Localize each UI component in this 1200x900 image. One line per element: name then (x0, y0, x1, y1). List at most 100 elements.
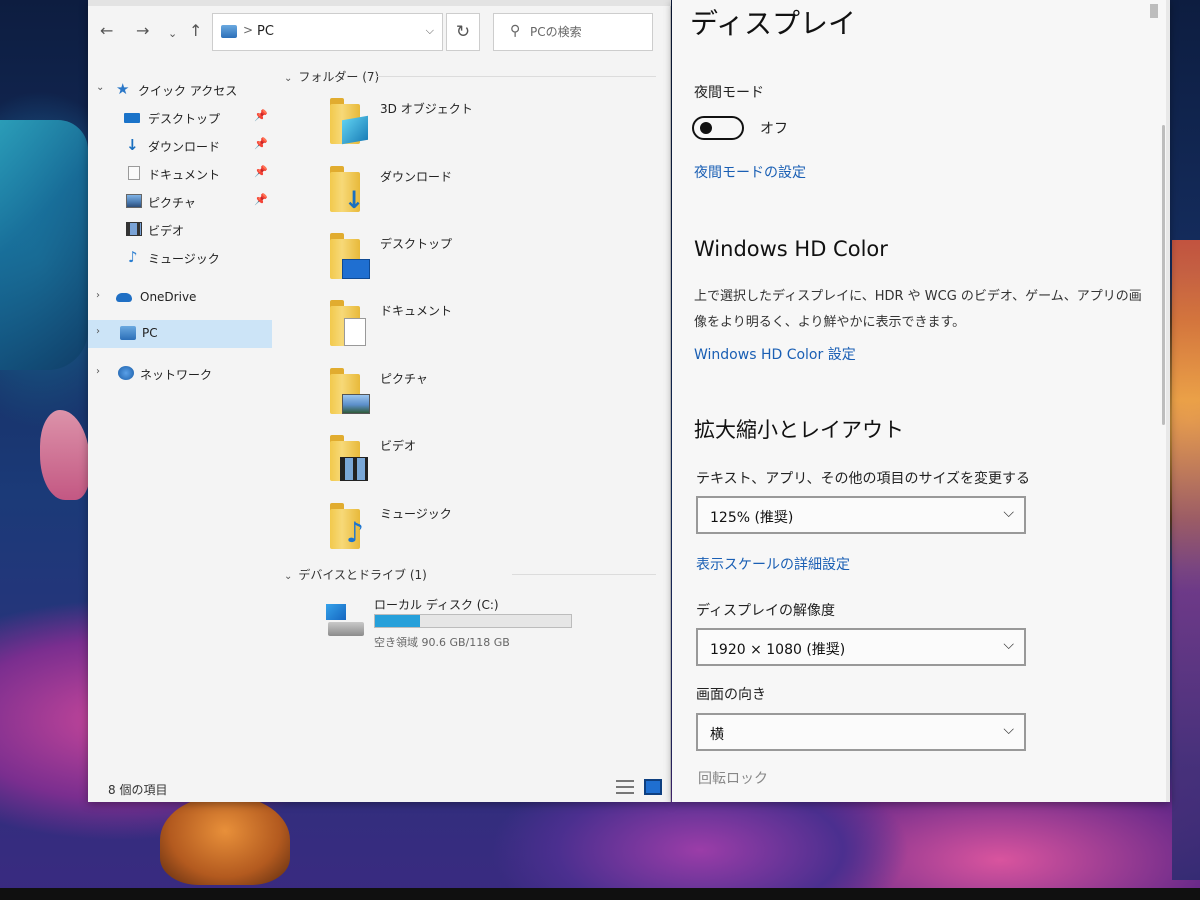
scroll-thumb-top (1150, 4, 1158, 18)
network-icon (118, 366, 134, 380)
chevron-down-icon: ⌵ (1003, 722, 1014, 738)
desktop-icon (124, 113, 140, 123)
night-mode-state: オフ (760, 121, 788, 137)
documents-folder-icon (328, 298, 370, 348)
pin-icon[interactable]: 📌 (254, 193, 268, 206)
advanced-scaling-link[interactable]: 表示スケールの詳細設定 (696, 554, 850, 574)
resolution-dropdown[interactable]: 1920 × 1080 (推奨) ⌵ (696, 628, 1026, 666)
nav-item-label: ドキュメント (148, 168, 221, 182)
nav-item-label: ダウンロード (148, 140, 221, 154)
music-folder-icon: ♪ (328, 501, 370, 551)
navigation-pane: ⌄ ★ クイック アクセス デスクトップ 📌 ↓ ダウンロード 📌 ドキュメント… (88, 70, 276, 760)
pin-icon[interactable]: 📌 (254, 109, 268, 122)
settings-edge (1166, 0, 1170, 802)
back-arrow-icon[interactable]: ← (100, 22, 113, 40)
expanded-chevron-icon[interactable]: ⌄ (96, 82, 104, 93)
collapsed-chevron-icon[interactable]: › (96, 326, 100, 337)
details-view-icon[interactable] (616, 780, 634, 794)
nav-onedrive[interactable]: › OneDrive (88, 284, 276, 312)
night-mode-settings-link[interactable]: 夜間モードの設定 (694, 162, 806, 182)
folder-item[interactable]: ピクチャ (328, 366, 628, 424)
pin-icon[interactable]: 📌 (254, 137, 268, 150)
folder-item[interactable]: ↓ ダウンロード (328, 164, 628, 222)
refresh-button[interactable]: ↻ (446, 13, 480, 51)
nav-item-label: ネットワーク (140, 368, 213, 382)
folder-item[interactable]: ♪ ミュージック (328, 501, 628, 559)
address-dropdown-chevron-icon[interactable]: ⌵ (426, 24, 434, 38)
recent-locations-chevron-icon[interactable]: ⌄ (168, 25, 177, 43)
content-pane: ⌄フォルダー (7) 3D オブジェクト ↓ ダウンロード デスクトップ ドキ (276, 58, 671, 768)
video-icon (126, 222, 142, 236)
nav-item-label: デスクトップ (148, 112, 221, 126)
nav-network[interactable]: › ネットワーク (88, 360, 276, 388)
rotation-lock-label: 回転ロック (698, 771, 768, 787)
collapsed-chevron-icon[interactable]: › (96, 366, 100, 377)
forward-arrow-icon[interactable]: → (136, 22, 149, 40)
nav-downloads[interactable]: ↓ ダウンロード 📌 (88, 132, 276, 160)
devices-group-label: デバイスとドライブ (1) (298, 568, 427, 582)
nav-pictures[interactable]: ピクチャ 📌 (88, 188, 276, 216)
hd-color-settings-link[interactable]: Windows HD Color 設定 (694, 344, 856, 364)
refresh-icon: ↻ (455, 22, 471, 42)
display-settings-window: ディスプレイ 夜間モード オフ 夜間モードの設定 Windows HD Colo… (672, 0, 1170, 802)
music-note-icon: ♪ (128, 248, 138, 266)
folder-label: ダウンロード (380, 170, 453, 184)
pictures-folder-icon (328, 366, 370, 416)
folder-item[interactable]: デスクトップ (328, 231, 628, 289)
videos-folder-icon (328, 433, 370, 483)
nav-item-label: OneDrive (140, 290, 197, 304)
group-collapse-chevron-icon[interactable]: ⌄ (284, 73, 292, 84)
orientation-dropdown[interactable]: 横 ⌵ (696, 713, 1026, 751)
nav-item-label: ミュージック (148, 252, 220, 266)
nav-videos[interactable]: ビデオ (88, 216, 276, 244)
folder-item[interactable]: 3D オブジェクト (328, 96, 628, 154)
hd-color-heading: Windows HD Color (694, 237, 888, 261)
nav-music[interactable]: ♪ ミュージック (88, 244, 276, 272)
large-icons-view-icon[interactable] (644, 779, 662, 795)
wallpaper-mascot-art (160, 795, 290, 885)
search-box[interactable]: ⚲ (493, 13, 653, 51)
breadcrumb-pc[interactable]: PC (257, 24, 274, 39)
resolution-selected-value: 1920 × 1080 (推奨) (710, 642, 846, 658)
folders-group-header[interactable]: ⌄ フォルダー (7) (284, 68, 379, 85)
chevron-down-icon: ⌵ (1003, 505, 1014, 521)
drive-free-space: 空き領域 90.6 GB/118 GB (374, 636, 510, 649)
downloads-folder-icon: ↓ (328, 164, 370, 214)
devices-group-header[interactable]: ⌄ デバイスとドライブ (1) (284, 566, 427, 583)
address-field[interactable]: > PC ⌵ (212, 13, 443, 51)
drive-usage-bar (374, 614, 572, 628)
file-explorer-window: ← → ⌄ ↑ > PC ⌵ ↻ ⚲ ⌄ ★ クイック アクセス デスクトップ … (88, 0, 671, 802)
nav-quick-access[interactable]: ⌄ ★ クイック アクセス (88, 76, 276, 104)
local-disk-drive[interactable]: ローカル ディスク (C:) 空き領域 90.6 GB/118 GB (326, 596, 646, 652)
hard-drive-icon (326, 604, 366, 640)
document-icon (128, 166, 140, 180)
taskbar (0, 888, 1200, 900)
folder-item[interactable]: ドキュメント (328, 298, 628, 356)
status-bar: 8 個の項目 (88, 775, 671, 801)
collapsed-chevron-icon[interactable]: › (96, 290, 100, 301)
pin-icon[interactable]: 📌 (254, 165, 268, 178)
up-arrow-icon[interactable]: ↑ (189, 22, 202, 40)
orientation-label: 画面の向き (696, 687, 766, 703)
group-collapse-chevron-icon[interactable]: ⌄ (284, 571, 292, 582)
search-input[interactable] (530, 22, 648, 42)
folder-item[interactable]: ビデオ (328, 433, 628, 491)
star-icon: ★ (116, 80, 130, 98)
folder-label: デスクトップ (380, 237, 453, 251)
nav-pc[interactable]: › PC (88, 320, 272, 348)
item-count: 8 個の項目 (108, 783, 168, 797)
scale-label: テキスト、アプリ、その他の項目のサイズを変更する (696, 471, 1031, 487)
scale-selected-value: 125% (推奨) (710, 510, 794, 526)
settings-scrollbar[interactable] (1162, 125, 1165, 425)
folder-label: 3D オブジェクト (380, 102, 473, 116)
night-mode-label: 夜間モード (694, 85, 764, 101)
scale-layout-heading: 拡大縮小とレイアウト (694, 418, 904, 442)
pc-icon (120, 326, 136, 340)
chevron-down-icon: ⌵ (1003, 637, 1014, 653)
nav-item-label: PC (142, 326, 158, 340)
nav-desktop[interactable]: デスクトップ 📌 (88, 104, 276, 132)
nav-documents[interactable]: ドキュメント 📌 (88, 160, 276, 188)
scale-dropdown[interactable]: 125% (推奨) ⌵ (696, 496, 1026, 534)
nav-item-label: ビデオ (148, 224, 185, 238)
night-mode-toggle[interactable] (692, 116, 744, 140)
